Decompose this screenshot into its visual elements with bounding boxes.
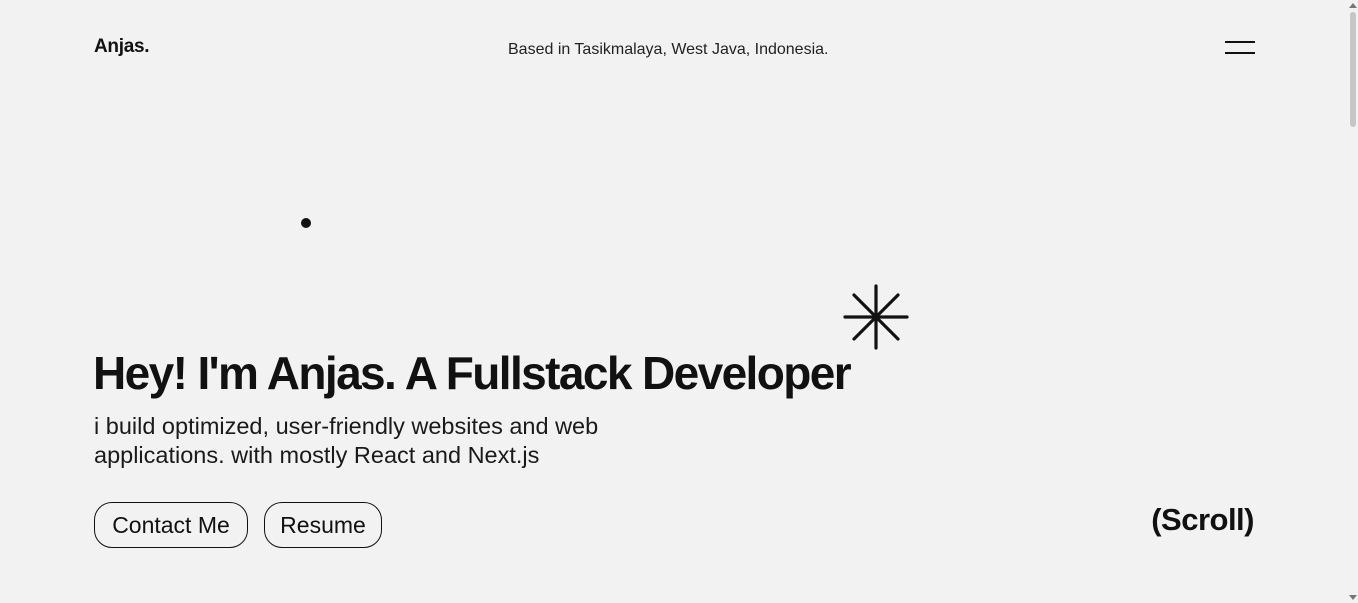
location-text: Based in Tasikmalaya, West Java, Indones…: [508, 41, 829, 58]
hero-headline: Hey! I'm Anjas. A Fullstack Developer: [93, 347, 852, 399]
scroll-indicator: (Scroll): [1151, 502, 1254, 537]
menu-line-bottom: [1225, 52, 1255, 54]
hero-subline: i build optimized, user-friendly website…: [94, 413, 599, 468]
landing-page: Anjas. Based in Tasikmalaya, West Java, …: [0, 0, 1358, 603]
resume-button[interactable]: Resume: [264, 502, 382, 548]
site-logo[interactable]: Anjas.: [94, 36, 150, 58]
scroll-down-icon[interactable]: [1349, 595, 1357, 600]
vertical-scrollbar[interactable]: [1348, 0, 1358, 603]
hamburger-menu-icon[interactable]: [1224, 38, 1256, 58]
cursor-dot: [301, 218, 311, 228]
contact-me-button[interactable]: Contact Me: [94, 502, 248, 548]
scroll-up-icon[interactable]: [1349, 3, 1357, 8]
asterisk-icon: [843, 284, 909, 350]
menu-line-top: [1225, 41, 1255, 43]
scrollbar-thumb[interactable]: [1350, 12, 1356, 127]
